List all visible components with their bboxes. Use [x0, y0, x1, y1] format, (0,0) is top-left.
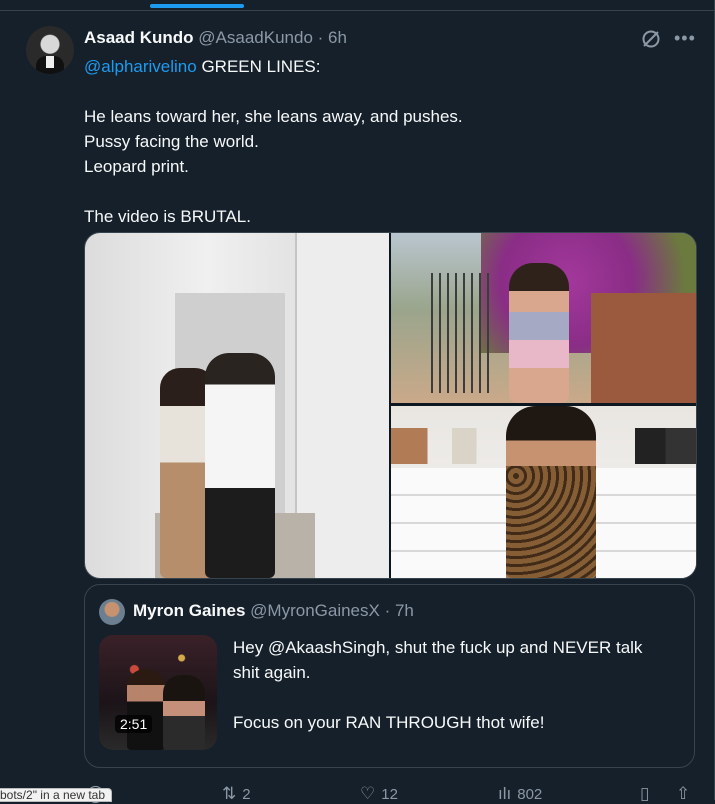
author-name[interactable]: Asaad Kundo: [84, 28, 194, 47]
tweet-line: He leans toward her, she leans away, and…: [84, 107, 463, 126]
repost-icon: ⇅: [222, 784, 237, 803]
views-count: 802: [517, 786, 543, 803]
quoted-tweet[interactable]: Myron Gaines @MyronGainesX · 7h 2:51 Hey…: [84, 584, 695, 768]
tweet-time[interactable]: · 6h: [318, 28, 347, 47]
mention-link[interactable]: @alpharivelino: [84, 57, 197, 76]
views-icon: ılı: [498, 784, 512, 803]
more-icon[interactable]: •••: [674, 28, 696, 49]
quoted-header: Myron Gaines @MyronGainesX · 7h: [133, 601, 414, 621]
quoted-author-handle: @MyronGainesX: [250, 601, 380, 620]
grok-icon[interactable]: [640, 28, 662, 50]
tweet-line: [84, 79, 684, 104]
quoted-avatar: [99, 599, 125, 625]
quoted-line: [233, 685, 673, 710]
share-icon: ⇧: [676, 784, 691, 803]
top-tab-bar: [0, 0, 715, 11]
tweet-header: Asaad Kundo @AsaadKundo · 6h: [84, 27, 347, 49]
media-grid: [84, 232, 697, 579]
heart-icon: ♡: [360, 784, 376, 803]
repost-count: 2: [242, 786, 251, 803]
views-button[interactable]: ılı 802: [498, 784, 542, 804]
photo-garden[interactable]: [391, 233, 696, 403]
video-thumbnail[interactable]: 2:51: [99, 635, 217, 750]
quoted-time: · 7h: [384, 601, 414, 620]
like-button[interactable]: ♡ 12: [360, 784, 398, 804]
quoted-line: Hey @AkaashSingh, shut the fuck up and N…: [233, 638, 643, 657]
active-tab-indicator: [150, 4, 244, 8]
tweet-line: [84, 179, 684, 204]
quoted-line: shit again.: [233, 663, 311, 682]
tweet-line: Pussy facing the world.: [84, 132, 259, 151]
video-duration: 2:51: [115, 715, 153, 733]
bookmark-button[interactable]: ▯: [640, 784, 655, 804]
tweet-body: @alpharivelino GREEN LINES: He leans tow…: [84, 54, 684, 229]
quoted-author-name: Myron Gaines: [133, 601, 246, 620]
tweet-line: The video is BRUTAL.: [84, 207, 251, 226]
quoted-line: Focus on your RAN THROUGH thot wife!: [233, 713, 545, 732]
photo-closet[interactable]: [391, 406, 696, 578]
author-handle[interactable]: @AsaadKundo: [198, 28, 313, 47]
bookmark-icon: ▯: [640, 784, 650, 803]
quoted-body: Hey @AkaashSingh, shut the fuck up and N…: [233, 635, 673, 735]
like-count: 12: [381, 786, 398, 803]
share-button[interactable]: ⇧: [676, 784, 696, 804]
tweet-line: Leopard print.: [84, 157, 189, 176]
tweet-line: @alpharivelino GREEN LINES:: [84, 57, 321, 76]
repost-button[interactable]: ⇅ 2: [222, 784, 251, 804]
author-avatar[interactable]: [26, 26, 74, 74]
photo-hallway[interactable]: [85, 233, 389, 578]
